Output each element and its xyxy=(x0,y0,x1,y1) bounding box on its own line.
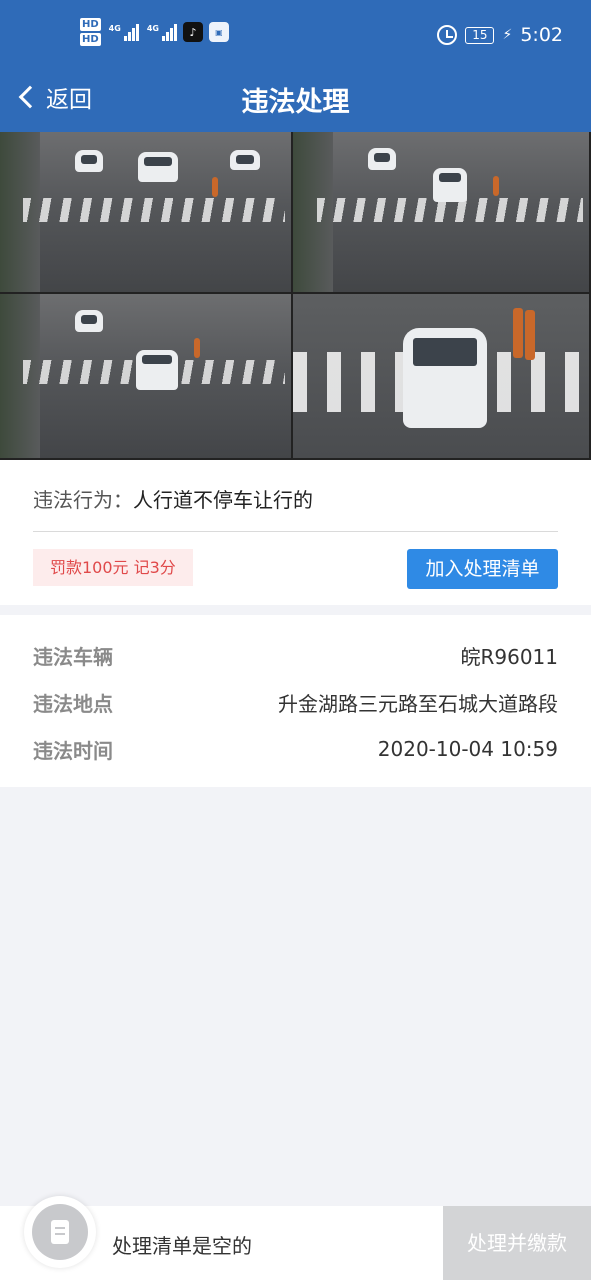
detail-value: 皖R96011 xyxy=(460,644,558,669)
evidence-photo-1[interactable] xyxy=(0,132,293,294)
violation-card: 违法行为：人行道不停车让行的 罚款100元 记3分 加入处理清单 xyxy=(0,460,591,605)
process-list-button[interactable] xyxy=(24,1196,96,1268)
violation-behavior: 违法行为：人行道不停车让行的 xyxy=(33,484,313,513)
evidence-photo-3[interactable] xyxy=(0,294,293,460)
behavior-label: 违法行为： xyxy=(33,488,133,512)
hd-indicators: HD HD xyxy=(80,18,101,46)
evidence-photos xyxy=(0,132,591,460)
penalty-badge: 罚款100元 记3分 xyxy=(33,549,193,586)
detail-key: 违法地点 xyxy=(33,691,113,716)
hd-badge-1: HD xyxy=(80,18,101,31)
violation-details: 违法车辆 皖R96011 违法地点 升金湖路三元路至石城大道路段 违法时间 20… xyxy=(0,615,591,787)
charging-icon: ⚡ xyxy=(502,27,513,43)
status-left: HD HD 4G 4G ♪ ▣ xyxy=(80,18,229,46)
detail-key: 违法时间 xyxy=(33,738,113,763)
evidence-photo-2[interactable] xyxy=(293,132,591,294)
behavior-value: 人行道不停车让行的 xyxy=(133,488,313,512)
detail-value: 2020-10-04 10:59 xyxy=(377,737,558,761)
detail-value: 升金湖路三元路至石城大道路段 xyxy=(278,691,558,716)
add-to-list-button[interactable]: 加入处理清单 xyxy=(407,549,558,589)
network-type-1: 4G xyxy=(108,23,121,33)
divider xyxy=(33,531,558,532)
detail-key: 违法车辆 xyxy=(33,644,113,669)
list-icon xyxy=(32,1204,88,1260)
signal-icon-1: 4G xyxy=(108,23,139,41)
empty-list-text: 处理清单是空的 xyxy=(112,1234,252,1258)
detail-row-location: 违法地点 升金湖路三元路至石城大道路段 xyxy=(33,687,558,717)
alarm-icon xyxy=(437,25,458,45)
tiktok-icon: ♪ xyxy=(182,22,203,42)
status-bar: HD HD 4G 4G ♪ ▣ 15 ⚡ 5:02 xyxy=(0,0,591,70)
signal-icon-2: 4G xyxy=(146,23,177,41)
page-title: 违法处理 xyxy=(241,87,350,118)
network-type-2: 4G xyxy=(146,23,159,33)
status-right: 15 ⚡ 5:02 xyxy=(437,24,563,46)
detail-row-time: 违法时间 2020-10-04 10:59 xyxy=(33,734,558,764)
huawei-app-icon: ▣ xyxy=(208,22,229,42)
detail-row-vehicle: 违法车辆 皖R96011 xyxy=(33,640,558,670)
hd-badge-2: HD xyxy=(80,33,101,46)
battery-icon: 15 xyxy=(465,26,495,44)
process-and-pay-button[interactable]: 处理并缴款 xyxy=(443,1206,591,1280)
clock: 5:02 xyxy=(520,24,563,46)
bottom-bar: 处理清单是空的 处理并缴款 xyxy=(0,1196,591,1280)
nav-bar: 返回 违法处理 xyxy=(0,70,591,132)
evidence-photo-4[interactable] xyxy=(293,294,591,460)
